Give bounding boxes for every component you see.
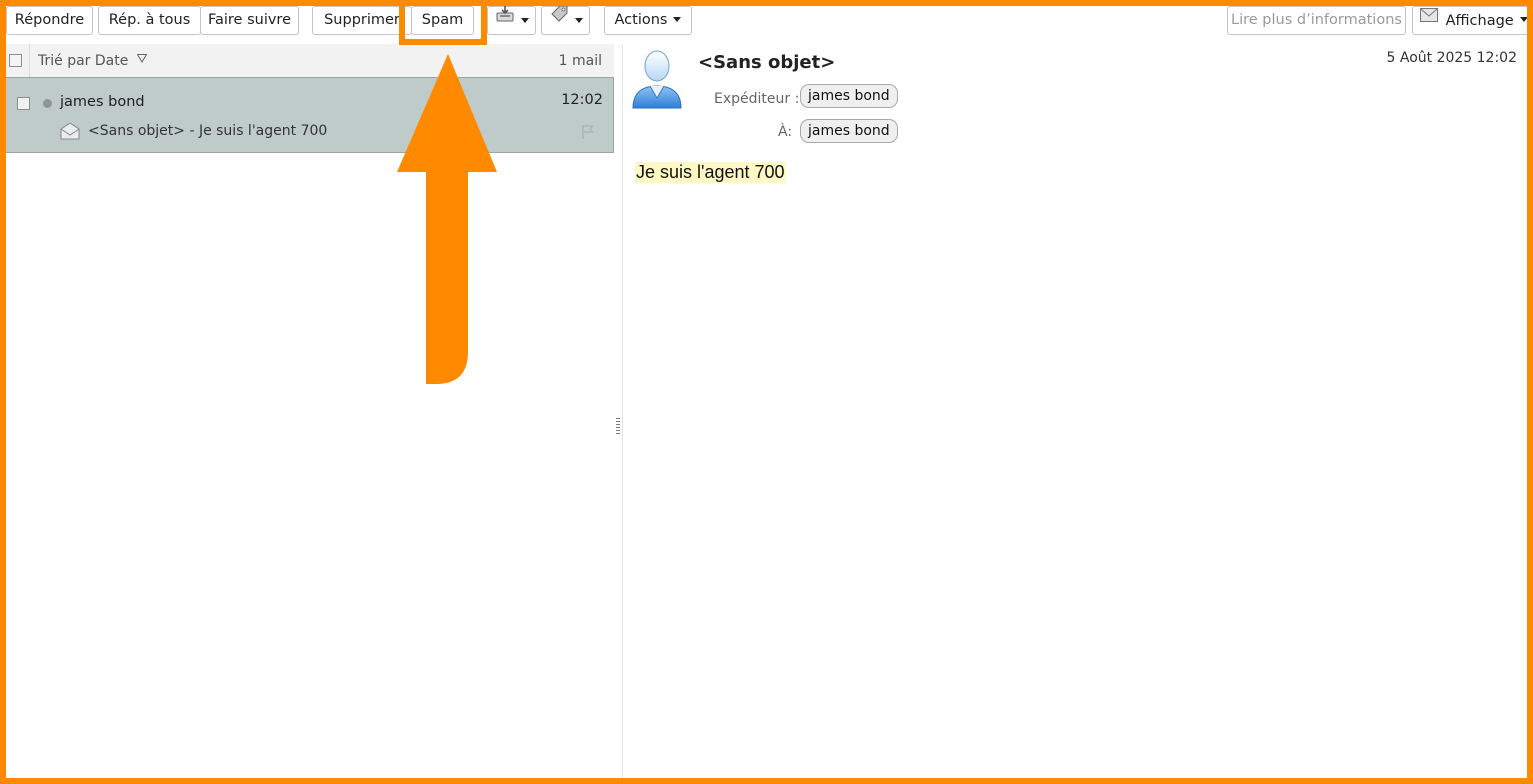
actions-menu-button[interactable]: Actions	[604, 6, 692, 35]
view-label: Affichage	[1445, 12, 1514, 29]
chevron-down-icon	[520, 17, 529, 23]
annotation-arrow-up-icon	[397, 54, 497, 384]
from-contact-chip[interactable]: james bond	[800, 84, 898, 108]
pane-splitter[interactable]	[614, 44, 623, 778]
chevron-down-icon	[1519, 17, 1528, 22]
view-menu-button[interactable]: Affichage	[1412, 6, 1532, 35]
to-contact-chip[interactable]: james bond	[800, 119, 898, 143]
list-header: Trié par Date 1 mail	[6, 44, 614, 78]
delete-button[interactable]: Supprimer	[312, 6, 412, 35]
spam-highlight-box	[399, 0, 487, 45]
move-menu-button[interactable]	[487, 6, 536, 35]
read-more-button[interactable]: Lire plus d’informations	[1227, 6, 1406, 35]
reply-button[interactable]: Répondre	[6, 6, 93, 35]
message-checkbox[interactable]	[17, 97, 30, 110]
message-subject: <Sans objet>	[698, 52, 836, 73]
actions-label: Actions	[614, 12, 668, 28]
from-label: Expéditeur :	[714, 91, 800, 107]
flag-icon[interactable]	[581, 124, 595, 144]
tag-icon	[549, 5, 569, 33]
message-date: 5 Août 2025 12:02	[1386, 50, 1518, 66]
chevron-down-icon	[673, 16, 682, 22]
message-body: Je suis l'agent 700	[635, 162, 786, 183]
message-sender: james bond	[60, 94, 145, 110]
splitter-grip-icon[interactable]	[616, 418, 620, 434]
tag-menu-button[interactable]	[541, 5, 590, 35]
message-count: 1 mail	[558, 53, 602, 69]
header-divider	[29, 44, 30, 77]
select-all-checkbox[interactable]	[9, 54, 22, 67]
envelope-icon	[1420, 5, 1438, 32]
message-row[interactable]: james bond 12:02 <Sans objet> - Je suis …	[2, 77, 614, 153]
sort-menu[interactable]: Trié par Date	[38, 51, 148, 69]
open-envelope-icon	[60, 122, 80, 144]
tray-move-icon	[495, 5, 515, 33]
message-list-pane: Trié par Date 1 mail james bond 12:02 <S…	[2, 44, 615, 778]
to-label: À:	[778, 124, 793, 140]
contact-avatar-icon	[631, 48, 683, 114]
reading-pane: <Sans objet> 5 Août 2025 12:02 Expéditeu…	[623, 44, 1527, 778]
sort-descending-icon	[136, 51, 148, 67]
forward-button[interactable]: Faire suivre	[200, 6, 299, 35]
sort-label: Trié par Date	[38, 53, 129, 69]
unread-dot-icon[interactable]	[43, 99, 52, 108]
toolbar: Répondre Rép. à tous Faire suivre Suppri…	[6, 5, 1532, 44]
message-preview: <Sans objet> - Je suis l'agent 700	[88, 123, 328, 139]
message-time: 12:02	[561, 92, 603, 108]
chevron-down-icon	[574, 17, 583, 23]
reply-all-button[interactable]: Rép. à tous	[98, 6, 201, 35]
